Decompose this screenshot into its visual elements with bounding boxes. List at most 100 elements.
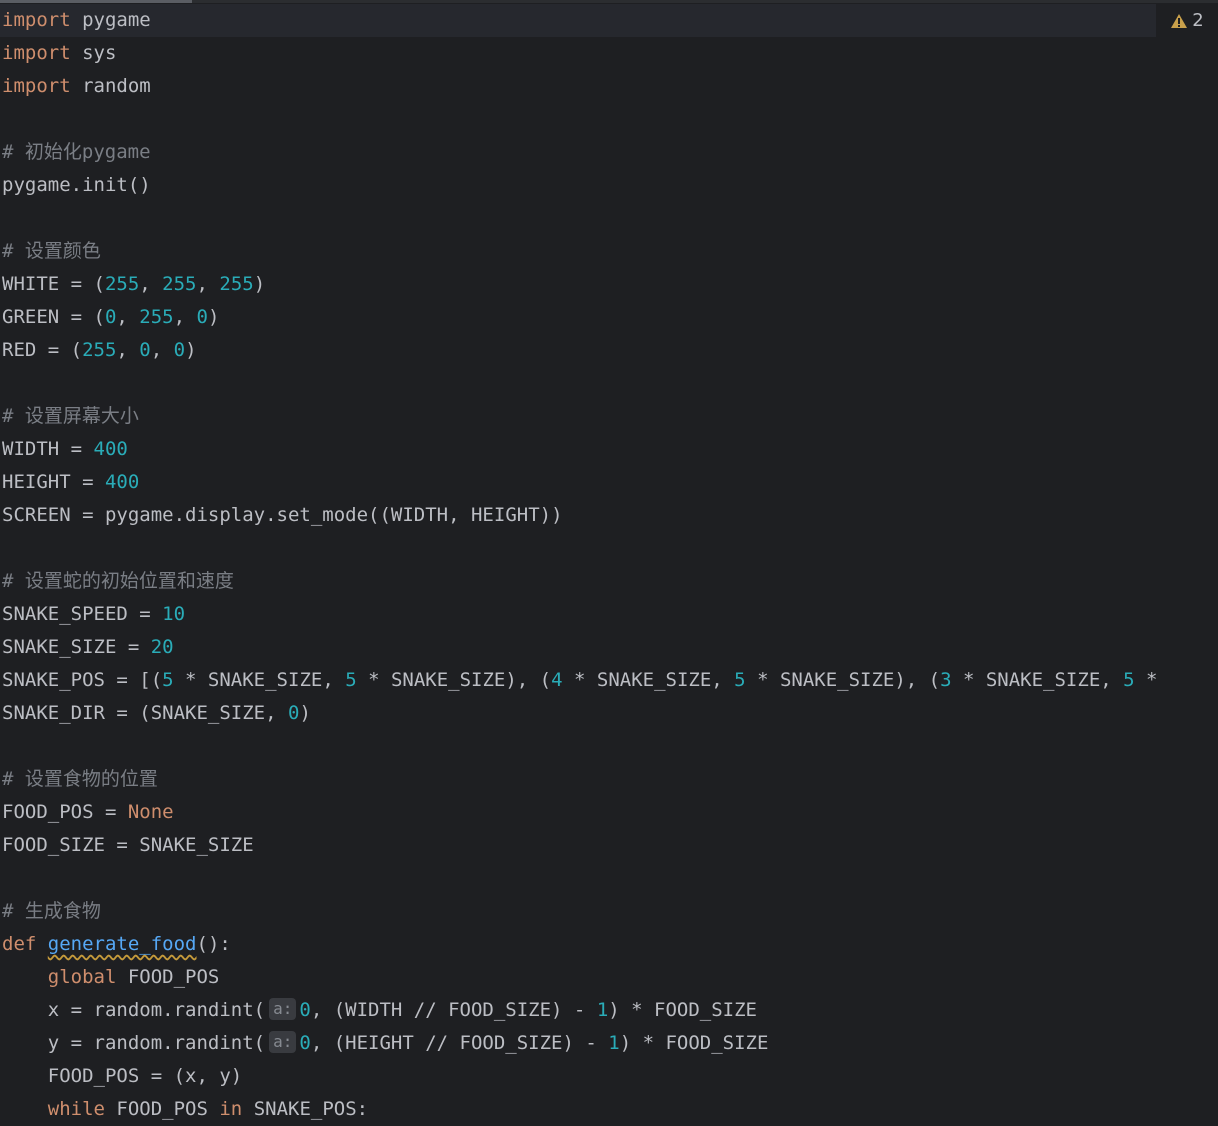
code-editor[interactable]: import pygame import sys import random # 初… bbox=[0, 4, 1218, 1126]
code-line[interactable]: # 设置屏幕大小 bbox=[0, 400, 1218, 433]
code-line[interactable]: WIDTH = 400 bbox=[0, 433, 1218, 466]
code-line[interactable]: # 初始化pygame bbox=[0, 136, 1218, 169]
code-token: 5 bbox=[1123, 669, 1135, 691]
parameter-hint: a: bbox=[269, 1030, 297, 1053]
code-token: import bbox=[2, 75, 71, 97]
code-line[interactable]: SNAKE_SIZE = 20 bbox=[0, 631, 1218, 664]
code-token: , (WIDTH // FOOD_SIZE) - bbox=[310, 999, 597, 1021]
code-line[interactable]: # 设置颜色 bbox=[0, 235, 1218, 268]
code-token: WIDTH = bbox=[2, 438, 94, 460]
code-token: 5 bbox=[345, 669, 357, 691]
code-token: FOOD_POS bbox=[116, 966, 220, 988]
code-line[interactable]: FOOD_SIZE = SNAKE_SIZE bbox=[0, 829, 1218, 862]
code-line[interactable]: import pygame bbox=[0, 4, 1218, 37]
parameter-hint: a: bbox=[269, 997, 297, 1020]
code-line[interactable]: HEIGHT = 400 bbox=[0, 466, 1218, 499]
code-line[interactable] bbox=[0, 103, 1218, 136]
code-token: # 设置屏幕大小 bbox=[2, 405, 139, 427]
code-token: # 设置食物的位置 bbox=[2, 768, 158, 790]
code-token: # 初始化pygame bbox=[2, 141, 151, 163]
code-token: 0 bbox=[287, 702, 300, 724]
code-line[interactable] bbox=[0, 862, 1218, 895]
inspection-warnings-widget[interactable]: 2 bbox=[1156, 4, 1218, 37]
code-token: 4 bbox=[551, 669, 563, 691]
code-line[interactable]: import random bbox=[0, 70, 1218, 103]
code-line[interactable]: FOOD_POS = (x, y) bbox=[0, 1060, 1218, 1093]
code-token: 400 bbox=[104, 471, 140, 493]
code-token: GREEN = ( bbox=[2, 306, 105, 328]
code-token: None bbox=[127, 801, 174, 823]
code-token: RED = ( bbox=[2, 339, 83, 361]
code-token: SNAKE_POS: bbox=[242, 1098, 369, 1120]
code-token: ) bbox=[299, 702, 311, 724]
code-token: 0 bbox=[196, 306, 208, 328]
code-line[interactable]: RED = (255, 0, 0) bbox=[0, 334, 1218, 367]
code-token: 255 bbox=[219, 273, 254, 295]
code-token: generate_food bbox=[47, 933, 197, 955]
code-token: FOOD_POS bbox=[104, 1098, 220, 1120]
code-line[interactable]: def generate_food(): bbox=[0, 928, 1218, 961]
code-line[interactable] bbox=[0, 532, 1218, 565]
code-token: SNAKE_POS = [( bbox=[2, 669, 163, 691]
code-token: # 设置颜色 bbox=[2, 240, 101, 262]
code-token: pygame bbox=[70, 9, 151, 31]
code-line[interactable]: FOOD_POS = None bbox=[0, 796, 1218, 829]
code-line[interactable]: # 生成食物 bbox=[0, 895, 1218, 928]
code-token: in bbox=[219, 1098, 243, 1120]
code-token: , (HEIGHT // FOOD_SIZE) - bbox=[310, 1032, 609, 1054]
warning-count: 2 bbox=[1192, 10, 1204, 31]
code-line[interactable]: SNAKE_POS = [( 5 * SNAKE_SIZE, 5 * SNAKE_… bbox=[0, 664, 1218, 697]
code-token: 1 bbox=[596, 999, 609, 1021]
code-token: 20 bbox=[150, 636, 174, 658]
code-line[interactable] bbox=[0, 730, 1218, 763]
horizontal-scrollbar[interactable] bbox=[0, 0, 1218, 3]
code-token: SNAKE_SPEED = bbox=[2, 603, 163, 625]
code-token: 0 bbox=[104, 306, 117, 328]
code-line[interactable]: while FOOD_POS in SNAKE_POS: bbox=[0, 1093, 1218, 1126]
code-line[interactable]: SNAKE_DIR = (SNAKE_SIZE, 0) bbox=[0, 697, 1218, 730]
code-token: x = random.randint( bbox=[2, 999, 266, 1021]
code-token: * SNAKE_SIZE, bbox=[951, 669, 1124, 691]
code-token: 5 bbox=[734, 669, 746, 691]
code-token: import bbox=[2, 42, 71, 64]
code-line[interactable] bbox=[0, 367, 1218, 400]
code-line[interactable]: y = random.randint(a: 0, (HEIGHT // FOOD_… bbox=[0, 1027, 1218, 1060]
code-token: global bbox=[47, 966, 117, 988]
code-token: pygame.init() bbox=[2, 174, 151, 196]
code-token: 255 bbox=[139, 306, 174, 328]
code-line[interactable]: SCREEN = pygame.display.set_mode((WIDTH,… bbox=[0, 499, 1218, 532]
code-token: SCREEN = pygame.display.set_mode((WIDTH,… bbox=[2, 504, 563, 526]
code-line[interactable] bbox=[0, 202, 1218, 235]
code-token: HEIGHT = bbox=[2, 471, 105, 493]
code-line[interactable]: GREEN = (0, 255, 0) bbox=[0, 301, 1218, 334]
code-line[interactable]: pygame.init() bbox=[0, 169, 1218, 202]
code-token: * bbox=[1134, 669, 1158, 691]
code-line[interactable]: # 设置蛇的初始位置和速度 bbox=[0, 565, 1218, 598]
code-line[interactable]: WHITE = (255, 255, 255) bbox=[0, 268, 1218, 301]
code-token: 1 bbox=[608, 1032, 620, 1054]
warning-icon bbox=[1170, 13, 1188, 29]
code-token: , bbox=[116, 306, 140, 328]
code-token: 0 bbox=[299, 1032, 311, 1054]
code-line[interactable]: global FOOD_POS bbox=[0, 961, 1218, 994]
code-token: , bbox=[196, 273, 220, 295]
code-token: 0 bbox=[299, 999, 311, 1021]
horizontal-scrollbar-thumb[interactable] bbox=[0, 0, 192, 3]
code-token: WHITE = ( bbox=[2, 273, 105, 295]
code-token: * SNAKE_SIZE, bbox=[173, 669, 346, 691]
code-token: FOOD_POS = bbox=[2, 801, 128, 823]
code-token: import bbox=[2, 9, 71, 31]
code-line[interactable]: # 设置食物的位置 bbox=[0, 763, 1218, 796]
code-line[interactable]: x = random.randint(a: 0, (WIDTH // FOOD_S… bbox=[0, 994, 1218, 1027]
code-token: FOOD_POS = (x, y) bbox=[2, 1065, 243, 1087]
code-token: ) bbox=[185, 339, 197, 361]
code-token: , bbox=[173, 306, 197, 328]
code-token: * SNAKE_SIZE), ( bbox=[745, 669, 941, 691]
code-line[interactable]: import sys bbox=[0, 37, 1218, 70]
code-token: 255 bbox=[82, 339, 117, 361]
code-token: * SNAKE_SIZE, bbox=[562, 669, 735, 691]
code-token: while bbox=[47, 1098, 105, 1120]
code-token: ) bbox=[207, 306, 220, 328]
code-line[interactable]: SNAKE_SPEED = 10 bbox=[0, 598, 1218, 631]
